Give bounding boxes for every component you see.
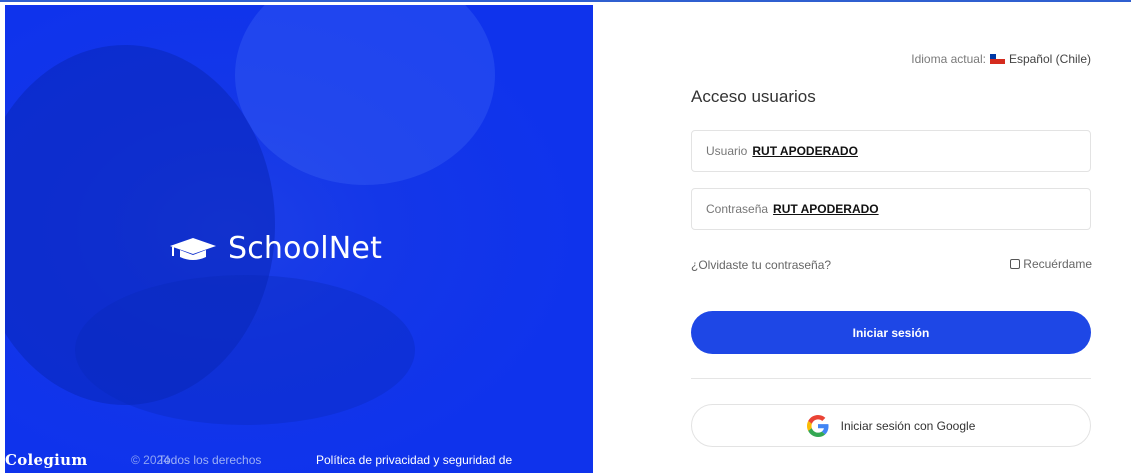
language-label: Idioma actual:: [911, 52, 986, 66]
login-button[interactable]: Iniciar sesión: [691, 311, 1091, 354]
remember-me-label: Recuérdame: [1023, 257, 1092, 271]
google-login-button[interactable]: Iniciar sesión con Google: [691, 404, 1091, 447]
username-value[interactable]: RUT APODERADO: [752, 144, 858, 158]
password-field[interactable]: Contraseña RUT APODERADO: [691, 188, 1091, 230]
colegium-logo: Colegium: [5, 451, 88, 469]
hero-panel: SchoolNet Colegium © 2024 Todos los dere…: [5, 5, 593, 473]
password-label: Contraseña: [706, 202, 769, 216]
hero-background-shadow-lower: [75, 275, 415, 425]
language-value[interactable]: Español (Chile): [1009, 52, 1091, 66]
language-selector[interactable]: Idioma actual: Español (Chile): [911, 52, 1091, 66]
hero-background-highlight: [235, 5, 495, 185]
username-label: Usuario: [706, 144, 748, 158]
page-title: Acceso usuarios: [691, 87, 816, 106]
brand-logo: SchoolNet: [168, 231, 382, 266]
username-field[interactable]: Usuario RUT APODERADO: [691, 130, 1091, 172]
remember-me-checkbox[interactable]: [1010, 259, 1021, 269]
brand-name: SchoolNet: [228, 231, 383, 266]
password-value[interactable]: RUT APODERADO: [773, 202, 879, 216]
top-border: [0, 0, 1131, 2]
hero-footer: Colegium © 2024 Todos los derechos Polít…: [5, 451, 593, 473]
privacy-policy-link[interactable]: Política de privacidad y seguridad de: [316, 453, 512, 467]
remember-me[interactable]: Recuérdame: [1010, 257, 1092, 271]
forgot-password-link[interactable]: ¿Olvidaste tu contraseña?: [691, 258, 831, 272]
google-icon: [806, 414, 829, 437]
rights-link[interactable]: Todos los derechos: [158, 453, 261, 467]
google-login-label: Iniciar sesión con Google: [840, 418, 976, 433]
divider: [691, 378, 1091, 379]
graduation-cap-icon: [168, 236, 218, 262]
chile-flag-icon: [989, 54, 1005, 64]
